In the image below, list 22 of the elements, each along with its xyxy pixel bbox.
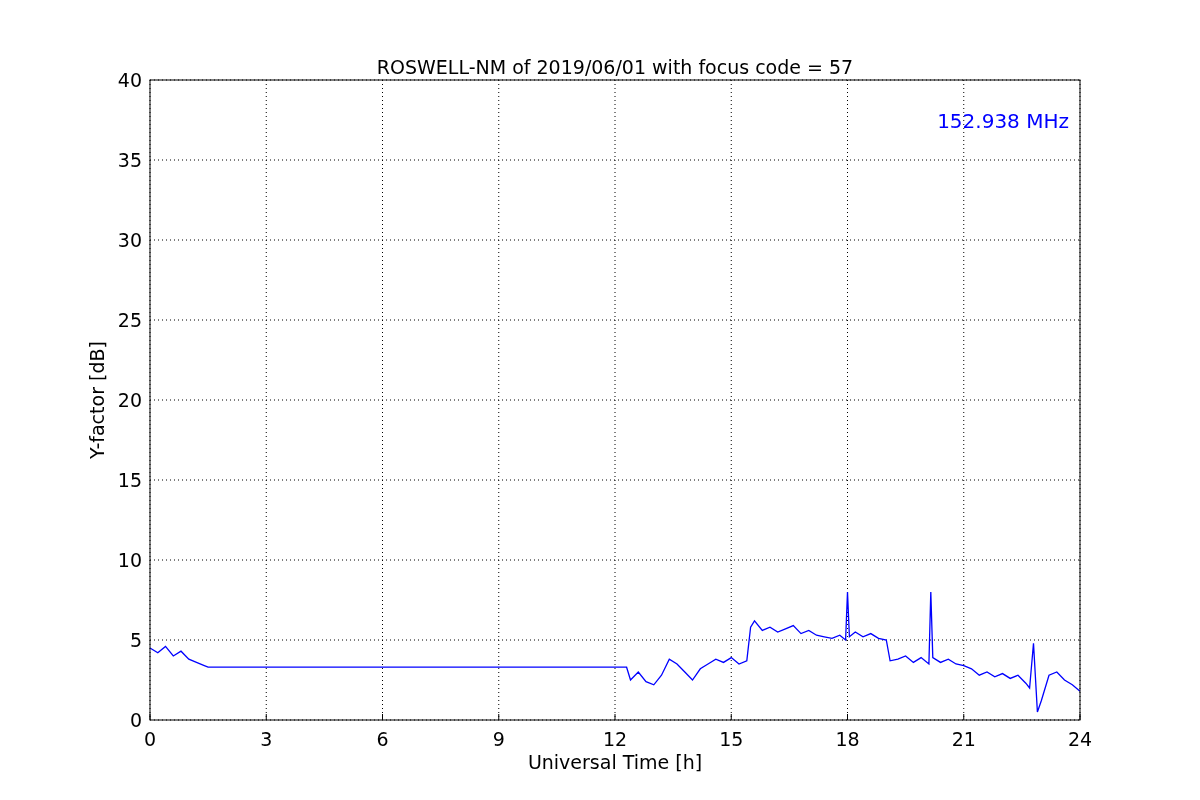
x-tick-label: 21 bbox=[951, 728, 976, 750]
x-tick-label: 15 bbox=[719, 728, 744, 750]
y-axis-label: Y-factor [dB] bbox=[86, 341, 108, 459]
series-label: 152.938 MHz bbox=[937, 109, 1069, 133]
y-tick-label: 20 bbox=[117, 389, 142, 411]
y-tick-label: 10 bbox=[117, 549, 142, 571]
x-tick-label: 12 bbox=[602, 728, 628, 750]
y-tick-label: 35 bbox=[117, 149, 142, 171]
y-tick-label: 5 bbox=[129, 629, 142, 651]
x-tick-label: 6 bbox=[376, 728, 389, 750]
y-tick-label: 25 bbox=[117, 309, 142, 331]
chart-title: ROSWELL-NM of 2019/06/01 with focus code = 57 bbox=[376, 56, 854, 78]
y-tick-label: 15 bbox=[117, 469, 142, 491]
y-tick-label: 0 bbox=[129, 709, 142, 731]
y-tick-label: 30 bbox=[117, 229, 142, 251]
y-tick-label: 40 bbox=[117, 69, 142, 91]
x-axis-label: Universal Time [h] bbox=[527, 751, 703, 773]
x-tick-label: 18 bbox=[835, 728, 860, 750]
x-tick-label: 3 bbox=[260, 728, 273, 750]
x-tick-label: 24 bbox=[1067, 728, 1093, 750]
x-tick-label: 0 bbox=[143, 728, 157, 750]
x-tick-label: 9 bbox=[492, 728, 505, 750]
